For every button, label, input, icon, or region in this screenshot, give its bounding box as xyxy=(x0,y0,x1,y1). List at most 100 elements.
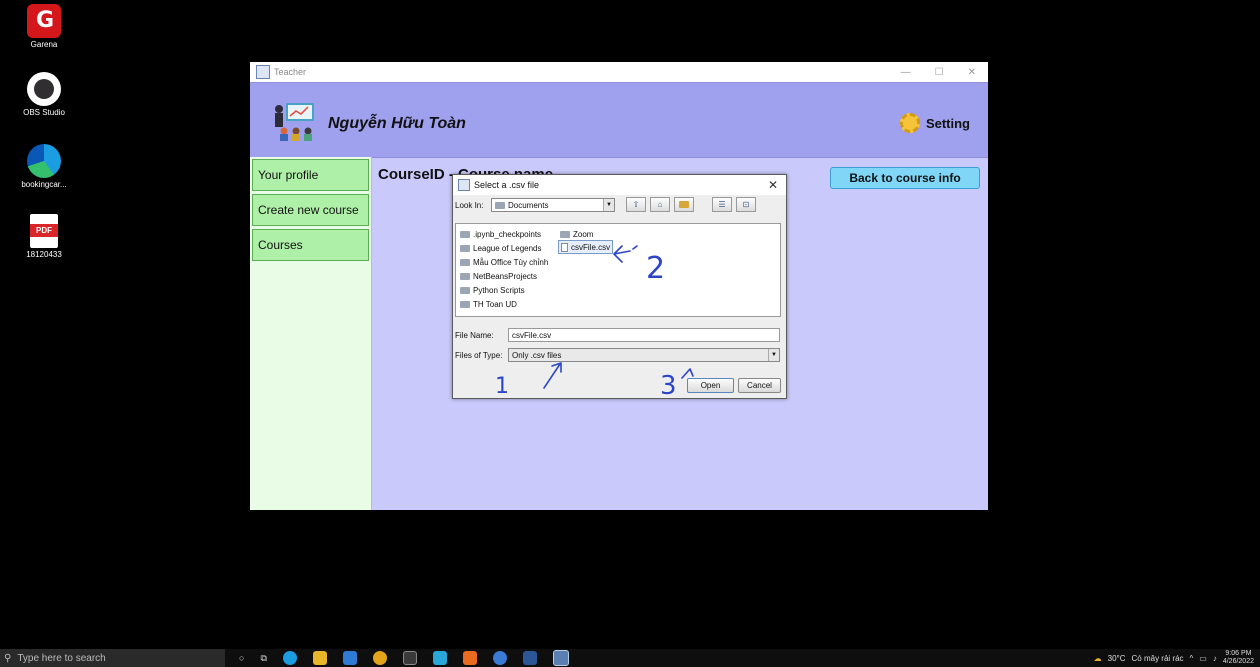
file-name: Zoom xyxy=(573,229,594,239)
look-in-value: Documents xyxy=(508,200,549,210)
weather-text[interactable]: Có mây rải rác xyxy=(1132,654,1184,663)
desktop-icon-label: 18120433 xyxy=(26,250,62,259)
up-folder-icon: ⇧ xyxy=(632,200,640,209)
file-name-input[interactable]: csvFile.csv xyxy=(508,328,780,342)
desktop-icon-label: bookingcar... xyxy=(21,180,67,189)
file-icon xyxy=(561,242,568,252)
details-view-icon: ⊡ xyxy=(742,200,750,209)
teacher-name: Nguyễn Hữu Toàn xyxy=(328,115,466,132)
desktop-icon-pdf[interactable]: PDF 18120433 xyxy=(4,214,84,259)
file-list: .ipynb_checkpoints League of Legends Mẫu… xyxy=(455,223,781,317)
folder-icon xyxy=(460,286,470,294)
file-name: .ipynb_checkpoints xyxy=(473,229,542,239)
list-item-selected[interactable]: csvFile.csv xyxy=(558,240,614,254)
list-view-icon: ☰ xyxy=(718,200,726,209)
desktop-icon-obs[interactable]: OBS Studio xyxy=(4,72,84,117)
taskbar: ⚲ Type here to search ○ ⧉ ☁ 30°C Có mây … xyxy=(0,649,1260,667)
java-app-icon xyxy=(458,179,470,191)
clock-time: 9:06 PM xyxy=(1225,650,1252,657)
clock-date: 4/26/2022 xyxy=(1222,658,1254,665)
header-banner: Nguyễn Hữu Toàn Setting xyxy=(250,82,988,158)
volume-icon[interactable]: ♪ xyxy=(1213,654,1217,663)
file-name: NetBeansProjects xyxy=(473,271,538,281)
folder-icon xyxy=(460,300,470,308)
maximize-button[interactable]: ☐ xyxy=(935,67,944,78)
desktop-icon-label: OBS Studio xyxy=(23,108,65,117)
file-name: Python Scripts xyxy=(473,285,525,295)
edge-icon xyxy=(27,144,61,178)
dialog-title: Select a .csv file xyxy=(474,180,540,190)
new-folder-button[interactable] xyxy=(674,197,694,212)
list-item[interactable]: Python Scripts xyxy=(460,284,525,296)
dialog-close-button[interactable]: ✕ xyxy=(768,178,778,192)
window-titlebar[interactable]: Teacher — ☐ ✕ xyxy=(250,62,988,82)
folder-icon xyxy=(460,244,470,252)
folder-icon xyxy=(495,201,505,209)
desktop-icon-edge[interactable]: bookingcar... xyxy=(4,144,84,189)
cancel-button[interactable]: Cancel xyxy=(738,378,781,393)
teacher-avatar-icon xyxy=(275,103,314,141)
list-item[interactable]: League of Legends xyxy=(460,242,542,254)
network-icon[interactable]: ▭ xyxy=(1199,654,1207,663)
home-button[interactable]: ⌂ xyxy=(650,197,670,212)
weather-temp[interactable]: 30°C xyxy=(1108,654,1126,663)
list-view-button[interactable]: ☰ xyxy=(712,197,732,212)
folder-icon xyxy=(460,272,470,280)
files-of-type-dropdown[interactable]: Only .csv files ▼ xyxy=(508,348,780,362)
garena-icon xyxy=(27,4,61,38)
list-item[interactable]: Zoom xyxy=(560,228,593,240)
sidebar-item-courses[interactable]: Courses xyxy=(252,229,369,261)
file-name-label: File Name: xyxy=(455,331,494,340)
taskbar-search[interactable]: ⚲ Type here to search xyxy=(0,649,225,667)
close-button[interactable]: ✕ xyxy=(968,67,976,78)
minimize-button[interactable]: — xyxy=(901,67,911,78)
details-view-button[interactable]: ⊡ xyxy=(736,197,756,212)
chrome-icon[interactable] xyxy=(372,651,387,665)
list-item[interactable]: .ipynb_checkpoints xyxy=(460,228,541,240)
file-name: TH Toan UD xyxy=(473,299,517,309)
dialog-titlebar[interactable]: Select a .csv file ✕ xyxy=(453,175,786,195)
pdf-icon: PDF xyxy=(30,214,58,248)
up-one-level-button[interactable]: ⇧ xyxy=(626,197,646,212)
setting-button[interactable]: Setting xyxy=(899,113,970,133)
file-name: Mẫu Office Tùy chỉnh xyxy=(473,257,549,267)
java-app-icon xyxy=(256,65,270,79)
system-tray: ☁ 30°C Có mây rải rác ^ ▭ ♪ 9:06 PM 4/26… xyxy=(1094,650,1260,666)
chevron-down-icon: ▼ xyxy=(768,349,779,361)
back-to-course-info-button[interactable]: Back to course info xyxy=(830,167,980,189)
java-taskbar-icon[interactable] xyxy=(552,650,569,666)
search-icon: ⚲ xyxy=(4,652,12,664)
cortana-icon[interactable]: ○ xyxy=(239,653,244,663)
vscode-icon[interactable] xyxy=(432,651,447,665)
list-item[interactable]: Mẫu Office Tùy chỉnh xyxy=(460,256,548,268)
office-icon[interactable] xyxy=(462,651,477,665)
files-of-type-value: Only .csv files xyxy=(512,350,562,360)
list-item[interactable]: NetBeansProjects xyxy=(460,270,537,282)
clock[interactable]: 9:06 PM 4/26/2022 xyxy=(1223,650,1254,666)
window-title: Teacher xyxy=(274,67,307,77)
obs-icon xyxy=(27,72,61,106)
file-chooser-dialog: Select a .csv file ✕ Look In: Documents … xyxy=(452,174,787,399)
file-explorer-icon[interactable] xyxy=(312,651,327,665)
github-icon[interactable] xyxy=(492,651,507,665)
desktop-icon-garena[interactable]: Garena xyxy=(4,4,84,49)
word-icon[interactable] xyxy=(522,651,537,665)
app-icon[interactable] xyxy=(402,651,417,665)
setting-label: Setting xyxy=(925,115,970,131)
file-name: League of Legends xyxy=(473,243,542,253)
gear-icon xyxy=(899,113,920,133)
search-placeholder: Type here to search xyxy=(17,652,106,664)
folder-icon xyxy=(460,230,470,238)
store-icon[interactable] xyxy=(342,651,357,665)
edge-taskbar-icon[interactable] xyxy=(282,651,297,665)
list-item[interactable]: TH Toan UD xyxy=(460,298,517,310)
open-button[interactable]: Open xyxy=(687,378,734,393)
task-view-icon[interactable]: ⧉ xyxy=(260,653,266,664)
weather-icon: ☁ xyxy=(1093,653,1102,663)
file-name: csvFile.csv xyxy=(571,242,611,252)
chevron-up-icon[interactable]: ^ xyxy=(1190,654,1194,663)
home-icon: ⌂ xyxy=(657,200,663,209)
sidebar-item-your-profile[interactable]: Your profile xyxy=(252,159,369,191)
look-in-dropdown[interactable]: Documents ▼ xyxy=(491,198,615,212)
sidebar-item-create-course[interactable]: Create new course xyxy=(252,194,369,226)
